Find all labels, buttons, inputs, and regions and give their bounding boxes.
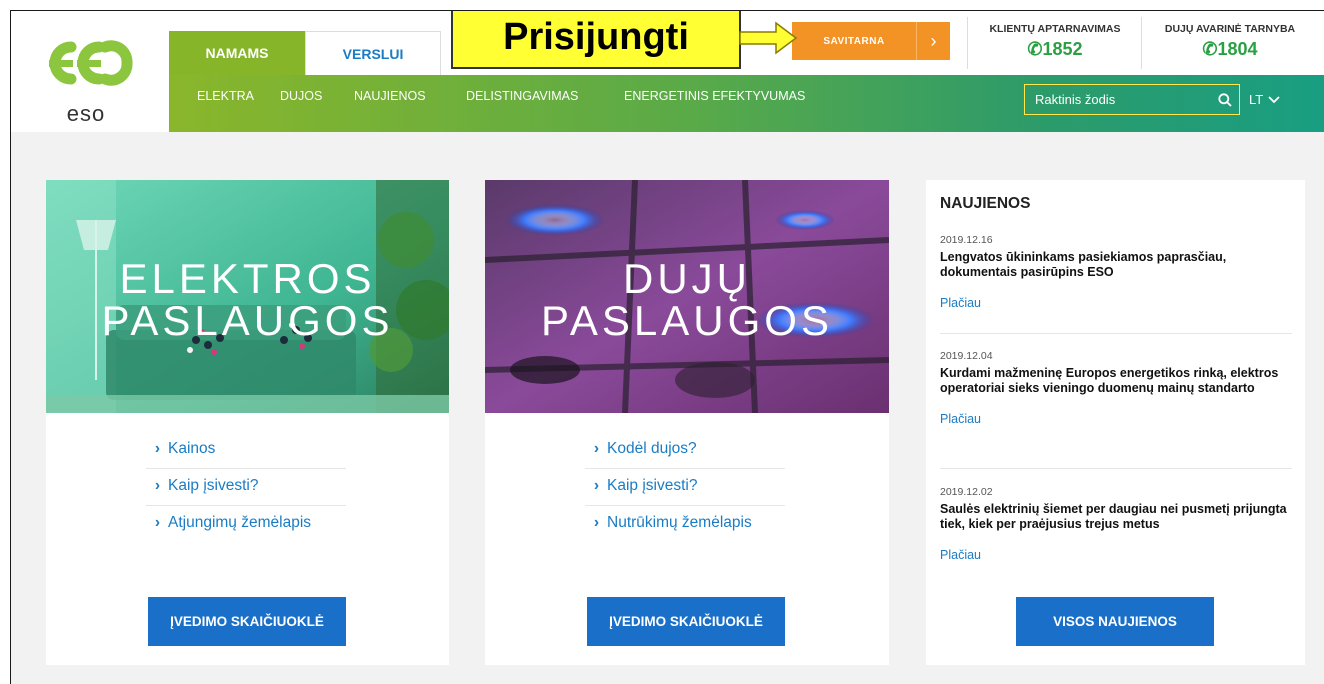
site-header: eso NAMAMS VERSLUI Prisijungti SAVITARNA… xyxy=(11,11,1324,132)
contact-label: DUJŲ AVARINĖ TARNYBA xyxy=(1164,23,1296,35)
language-selector[interactable]: LT xyxy=(1249,84,1280,115)
nav-item-delistingavimas[interactable]: DELISTINGAVIMAS xyxy=(466,75,578,116)
gas-emergency-contact: DUJŲ AVARINĖ TARNYBA ✆1804 xyxy=(1145,23,1315,60)
link-label: Nutrūkimų žemėlapis xyxy=(607,514,752,531)
chevron-right-icon: › xyxy=(593,477,599,494)
logo-text: eso xyxy=(66,101,106,126)
eso-logo-mark xyxy=(49,40,133,86)
tab-namams[interactable]: NAMAMS xyxy=(169,31,305,75)
chevron-right-icon: › xyxy=(916,22,950,60)
news-panel: NAUJIENOS 2019.12.16 Lengvatos ūkininkam… xyxy=(926,180,1305,665)
eso-logo[interactable]: eso xyxy=(31,33,141,126)
segment-tabs: NAMAMS VERSLUI xyxy=(169,31,441,75)
chevron-right-icon: › xyxy=(593,514,599,531)
link-label: Atjungimų žemėlapis xyxy=(168,514,312,531)
chevron-right-icon: › xyxy=(593,440,599,457)
nav-item-elektra[interactable]: ELEKTRA xyxy=(197,75,254,116)
customer-service-contact: KLIENTŲ APTARNAVIMAS ✆1852 xyxy=(973,23,1137,60)
chevron-right-icon: › xyxy=(154,477,160,494)
news-date: 2019.12.02 xyxy=(940,486,993,498)
electricity-hero-title: ELEKTROS PASLAUGOS xyxy=(46,258,449,342)
read-more-link[interactable]: Plačiau xyxy=(940,548,1292,562)
news-item: 2019.12.16 Lengvatos ūkininkams pasiekia… xyxy=(940,234,1292,310)
nav-item-energetinis-efektyvumas[interactable]: ENERGETINIS EFEKTYVUMAS xyxy=(624,75,805,116)
browser-frame: eso NAMAMS VERSLUI Prisijungti SAVITARNA… xyxy=(10,10,1324,684)
phone-icon: ✆ xyxy=(1202,39,1218,59)
main-nav: ELEKTRA DUJOS NAUJIENOS DELISTINGAVIMAS … xyxy=(169,75,1324,132)
news-date: 2019.12.04 xyxy=(940,350,993,362)
hero-title-line: DUJŲ xyxy=(623,255,751,302)
link-kaip-isivesti[interactable]: › Kaip įsivesti? xyxy=(585,469,785,506)
link-kaip-isivesti[interactable]: › Kaip įsivesti? xyxy=(146,469,346,506)
divider xyxy=(1141,17,1142,69)
hero-title-line: PASLAUGOS xyxy=(541,297,833,344)
calculator-button[interactable]: ĮVEDIMO SKAIČIUOKLĖ xyxy=(587,597,785,646)
login-callout: Prisijungti xyxy=(451,11,741,69)
link-nutrukimu-zemelapis[interactable]: › Nutrūkimų žemėlapis xyxy=(585,506,785,542)
news-title[interactable]: Lengvatos ūkininkams pasiekiamos paprasč… xyxy=(940,250,1292,280)
nav-item-dujos[interactable]: DUJOS xyxy=(280,75,322,116)
link-atjungimu-zemelapis[interactable]: › Atjungimų žemėlapis xyxy=(146,506,346,542)
language-label: LT xyxy=(1249,92,1264,107)
search-icon[interactable] xyxy=(1211,85,1239,114)
gas-hero-image[interactable]: DUJŲ PASLAUGOS xyxy=(485,180,889,413)
link-label: Kaip įsivesti? xyxy=(168,477,259,494)
news-date: 2019.12.16 xyxy=(940,234,993,246)
nav-item-naujienos[interactable]: NAUJIENOS xyxy=(354,75,426,116)
link-kainos[interactable]: › Kainos xyxy=(146,432,346,469)
electricity-services-card: ELEKTROS PASLAUGOS › Kainos › Kaip įsivest… xyxy=(46,180,449,665)
chevron-down-icon xyxy=(1268,95,1280,103)
gas-hero-title: DUJŲ PASLAUGOS xyxy=(485,258,889,342)
electricity-hero-image[interactable]: ELEKTROS PASLAUGOS xyxy=(46,180,449,413)
news-item: 2019.12.02 Saulės elektrinių šiemet per … xyxy=(940,486,1292,562)
news-heading: NAUJIENOS xyxy=(940,195,1031,212)
divider xyxy=(940,468,1292,469)
all-news-button[interactable]: VISOS NAUJIENOS xyxy=(1016,597,1214,646)
phone-link[interactable]: ✆1852 xyxy=(973,39,1137,60)
read-more-link[interactable]: Plačiau xyxy=(940,296,1292,310)
link-label: Kaip įsivesti? xyxy=(607,477,698,494)
chevron-right-icon: › xyxy=(154,440,160,457)
phone-icon: ✆ xyxy=(1027,39,1043,59)
chevron-right-icon: › xyxy=(154,514,160,531)
divider xyxy=(967,17,968,69)
news-title[interactable]: Saulės elektrinių šiemet per daugiau nei… xyxy=(940,502,1292,532)
calculator-button[interactable]: ĮVEDIMO SKAIČIUOKLĖ xyxy=(148,597,346,646)
link-label: Kodėl dujos? xyxy=(607,440,697,457)
hero-title-line: ELEKTROS xyxy=(119,255,376,302)
phone-link[interactable]: ✆1804 xyxy=(1145,39,1315,60)
callout-arrow-icon xyxy=(739,21,798,55)
search-box xyxy=(1024,84,1240,115)
tab-verslui[interactable]: VERSLUI xyxy=(305,31,441,75)
gas-links: › Kodėl dujos? › Kaip įsivesti? › Nutrūkimų… xyxy=(585,432,785,542)
phone-number: 1852 xyxy=(1042,39,1083,59)
link-kodel-dujos[interactable]: › Kodėl dujos? xyxy=(585,432,785,469)
link-label: Kainos xyxy=(168,440,216,457)
self-service-button[interactable]: SAVITARNA › xyxy=(792,22,950,60)
gas-services-card: DUJŲ PASLAUGOS › Kodėl dujos? › Kaip įsive… xyxy=(485,180,889,665)
news-title[interactable]: Kurdami mažmeninę Europos energetikos ri… xyxy=(940,366,1292,396)
read-more-link[interactable]: Plačiau xyxy=(940,412,1292,426)
search-input[interactable] xyxy=(1025,92,1211,107)
news-item: 2019.12.04 Kurdami mažmeninę Europos ene… xyxy=(940,350,1292,426)
electricity-links: › Kainos › Kaip įsivesti? › Atjungimų žemėl… xyxy=(146,432,346,542)
self-service-label: SAVITARNA xyxy=(823,35,885,47)
divider xyxy=(940,333,1292,334)
contact-label: KLIENTŲ APTARNAVIMAS xyxy=(989,23,1121,35)
phone-number: 1804 xyxy=(1217,39,1258,59)
hero-title-line: PASLAUGOS xyxy=(101,297,394,344)
